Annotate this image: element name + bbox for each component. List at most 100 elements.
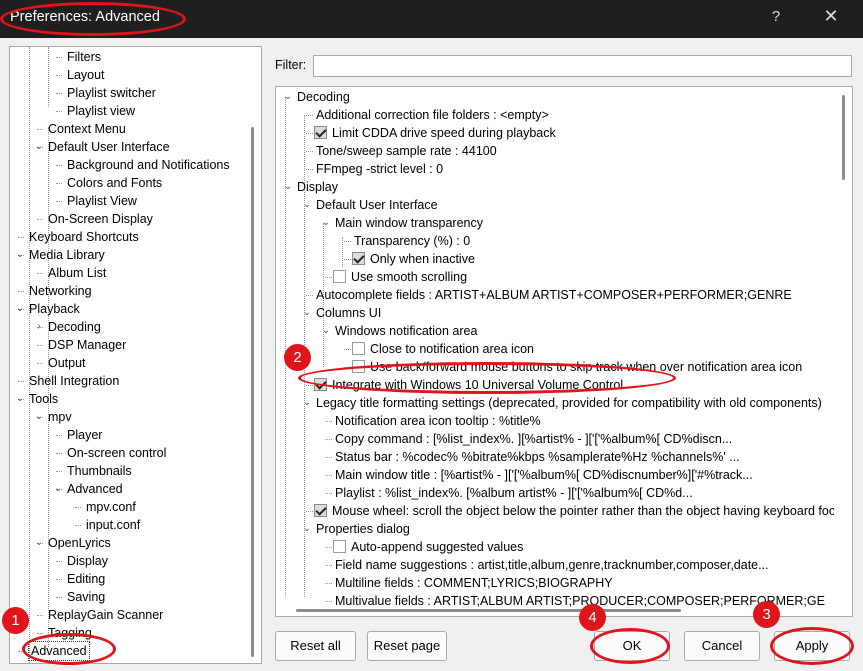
tree-item-layout[interactable]: Layout <box>10 66 242 84</box>
setting-transparency-0[interactable]: Transparency (%) : 0 <box>276 232 834 250</box>
setting-status-bar-codec-bitrate-kbps-samplerate[interactable]: Status bar : %codec% %bitrate%kbps %samp… <box>276 448 834 466</box>
chevron-down-icon[interactable]: ⌄ <box>15 390 25 408</box>
setting-windows-notification-area[interactable]: ⌄ Windows notification area <box>276 322 834 340</box>
setting-only-when-inactive[interactable]: Only when inactive <box>276 250 834 268</box>
setting-autocomplete-fields-artist-album-artist-[interactable]: Autocomplete fields : ARTIST+ALBUM ARTIS… <box>276 286 834 304</box>
setting-mouse-wheel-scroll-the-object-below-the-[interactable]: Mouse wheel: scroll the object below the… <box>276 502 834 520</box>
reset-all-button[interactable]: Reset all <box>275 631 356 661</box>
setting-main-window-title-artist-album-cd-discnu[interactable]: Main window title : [%artist% - ]['['%al… <box>276 466 834 484</box>
chevron-down-icon[interactable]: ⌄ <box>15 246 25 264</box>
setting-use-smooth-scrolling[interactable]: Use smooth scrolling <box>276 268 834 286</box>
chevron-down-icon[interactable]: ⌄ <box>302 394 312 412</box>
tree-item-context-menu[interactable]: Context Menu <box>10 120 242 138</box>
setting-properties-dialog[interactable]: ⌄ Properties dialog <box>276 520 834 538</box>
setting-ffmpeg-strict-level-0[interactable]: FFmpeg -strict level : 0 <box>276 160 834 178</box>
tree-item-playback[interactable]: ⌄ Playback <box>10 300 242 318</box>
tree-item-playlist-view[interactable]: Playlist view <box>10 102 242 120</box>
setting-default-user-interface[interactable]: ⌄ Default User Interface <box>276 196 834 214</box>
preferences-page-tree[interactable]: Filters Layout Playlist switcher Playlist v… <box>9 46 262 664</box>
tree-item-player[interactable]: Player <box>10 426 242 444</box>
right-tree-vertical-scroll-thumb[interactable] <box>842 95 845 180</box>
setting-tone-sweep-sample-rate-44100[interactable]: Tone/sweep sample rate : 44100 <box>276 142 834 160</box>
tree-item-media-library[interactable]: ⌄ Media Library <box>10 246 242 264</box>
tree-item-editing[interactable]: Editing <box>10 570 242 588</box>
tree-item-default-user-interface[interactable]: ⌄ Default User Interface <box>10 138 242 156</box>
setting-copy-command-list-index-artist-album-cd-[interactable]: Copy command : [%list_index%. ][%artist%… <box>276 430 834 448</box>
chevron-down-icon[interactable]: ⌄ <box>34 408 44 426</box>
checkbox-unchecked[interactable] <box>352 342 365 355</box>
right-tree-vertical-scrollbar[interactable] <box>836 87 852 599</box>
checkbox-unchecked[interactable] <box>333 540 346 553</box>
tree-item-output[interactable]: Output <box>10 354 242 372</box>
chevron-down-icon[interactable]: ⌄ <box>321 214 331 232</box>
tree-item-on-screen-display[interactable]: On-Screen Display <box>10 210 242 228</box>
checkbox-unchecked[interactable] <box>333 270 346 283</box>
tree-item-mpv[interactable]: ⌄ mpv <box>10 408 242 426</box>
advanced-settings-tree[interactable]: ⌄ Decoding Additional correction file fold… <box>275 86 853 617</box>
tree-item-advanced[interactable]: ⌄ Advanced <box>10 480 242 498</box>
tree-item-label: input.conf <box>86 518 141 532</box>
chevron-down-icon[interactable]: ⌄ <box>302 520 312 538</box>
close-icon[interactable]: ✕ <box>820 6 842 27</box>
setting-decoding[interactable]: ⌄ Decoding <box>276 88 834 106</box>
chevron-right-icon[interactable]: › <box>34 318 44 336</box>
setting-legacy-title-formatting-settings-depreca[interactable]: ⌄ Legacy title formatting settings (depre… <box>276 394 834 412</box>
left-tree-scroll-thumb[interactable] <box>251 127 254 657</box>
chevron-down-icon[interactable]: ⌄ <box>321 322 331 340</box>
tree-item-label: Media Library <box>29 248 105 262</box>
tree-item-openlyrics[interactable]: ⌄ OpenLyrics <box>10 534 242 552</box>
setting-playlist-list-index-album-artist-album-c[interactable]: Playlist : %list_index%. [%album artist%… <box>276 484 834 502</box>
setting-auto-append-suggested-values[interactable]: Auto-append suggested values <box>276 538 834 556</box>
chevron-down-icon[interactable]: ⌄ <box>15 300 25 318</box>
help-icon[interactable]: ? <box>768 8 784 25</box>
tree-item-album-list[interactable]: Album List <box>10 264 242 282</box>
chevron-down-icon[interactable]: ⌄ <box>34 534 44 552</box>
tree-item-label: Default User Interface <box>48 140 170 154</box>
setting-additional-correction-file-folders-empty[interactable]: Additional correction file folders : <em… <box>276 106 834 124</box>
chevron-down-icon[interactable]: ⌄ <box>283 178 293 196</box>
tree-item-tools[interactable]: ⌄ Tools <box>10 390 242 408</box>
tree-item-input-conf[interactable]: input.conf <box>10 516 242 534</box>
tree-item-colors-and-fonts[interactable]: Colors and Fonts <box>10 174 242 192</box>
setting-field-name-suggestions-artist-title-albu[interactable]: Field name suggestions : artist,title,al… <box>276 556 834 574</box>
tree-item-decoding[interactable]: › Decoding <box>10 318 242 336</box>
setting-display[interactable]: ⌄ Display <box>276 178 834 196</box>
tree-item-playlist-view[interactable]: Playlist View <box>10 192 242 210</box>
tree-item-keyboard-shortcuts[interactable]: Keyboard Shortcuts <box>10 228 242 246</box>
setting-columns-ui[interactable]: ⌄ Columns UI <box>276 304 834 322</box>
tree-item-replaygain-scanner[interactable]: ReplayGain Scanner <box>10 606 242 624</box>
cancel-button[interactable]: Cancel <box>684 631 760 661</box>
setting-close-to-notification-area-icon[interactable]: Close to notification area icon <box>276 340 834 358</box>
chevron-down-icon[interactable]: ⌄ <box>302 304 312 322</box>
left-tree-scrollbar[interactable] <box>244 47 261 663</box>
setting-notification-area-icon-tooltip-title[interactable]: Notification area icon tooltip : %title% <box>276 412 834 430</box>
checkbox-checked[interactable] <box>314 126 327 139</box>
tree-item-thumbnails[interactable]: Thumbnails <box>10 462 242 480</box>
setting-limit-cdda-drive-speed-during-playback[interactable]: Limit CDDA drive speed during playback <box>276 124 834 142</box>
tree-item-mpv-conf[interactable]: mpv.conf <box>10 498 242 516</box>
checkbox-checked[interactable] <box>352 252 365 265</box>
tree-item-display[interactable]: Display <box>10 552 242 570</box>
checkbox-checked[interactable] <box>314 504 327 517</box>
chevron-down-icon[interactable]: ⌄ <box>53 480 63 498</box>
setting-multivalue-fields-artist-album-artist-pr[interactable]: Multivalue fields : ARTIST;ALBUM ARTIST;… <box>276 592 834 610</box>
tree-item-networking[interactable]: Networking <box>10 282 242 300</box>
title-highlight-ring <box>0 2 186 36</box>
tree-item-dsp-manager[interactable]: DSP Manager <box>10 336 242 354</box>
tree-item-filters[interactable]: Filters <box>10 48 242 66</box>
reset-page-button[interactable]: Reset page <box>367 631 447 661</box>
tree-item-on-screen-control[interactable]: On-screen control <box>10 444 242 462</box>
tree-item-shell-integration[interactable]: Shell Integration <box>10 372 242 390</box>
setting-multiline-fields-comment-lyrics-biograph[interactable]: Multiline fields : COMMENT;LYRICS;BIOGRA… <box>276 574 834 592</box>
chevron-down-icon[interactable]: ⌄ <box>283 88 293 106</box>
tree-item-background-and-notifications[interactable]: Background and Notifications <box>10 156 242 174</box>
setting-label: Limit CDDA drive speed during playback <box>332 126 556 140</box>
tree-item-playlist-switcher[interactable]: Playlist switcher <box>10 84 242 102</box>
tree-item-saving[interactable]: Saving <box>10 588 242 606</box>
setting-label: Copy command : [%list_index%. ][%artist%… <box>335 432 733 446</box>
chevron-down-icon[interactable]: ⌄ <box>302 196 312 214</box>
chevron-down-icon[interactable]: ⌄ <box>34 138 44 156</box>
tree-item-label: Tools <box>29 392 59 406</box>
setting-main-window-transparency[interactable]: ⌄ Main window transparency <box>276 214 834 232</box>
filter-input[interactable] <box>313 55 852 77</box>
